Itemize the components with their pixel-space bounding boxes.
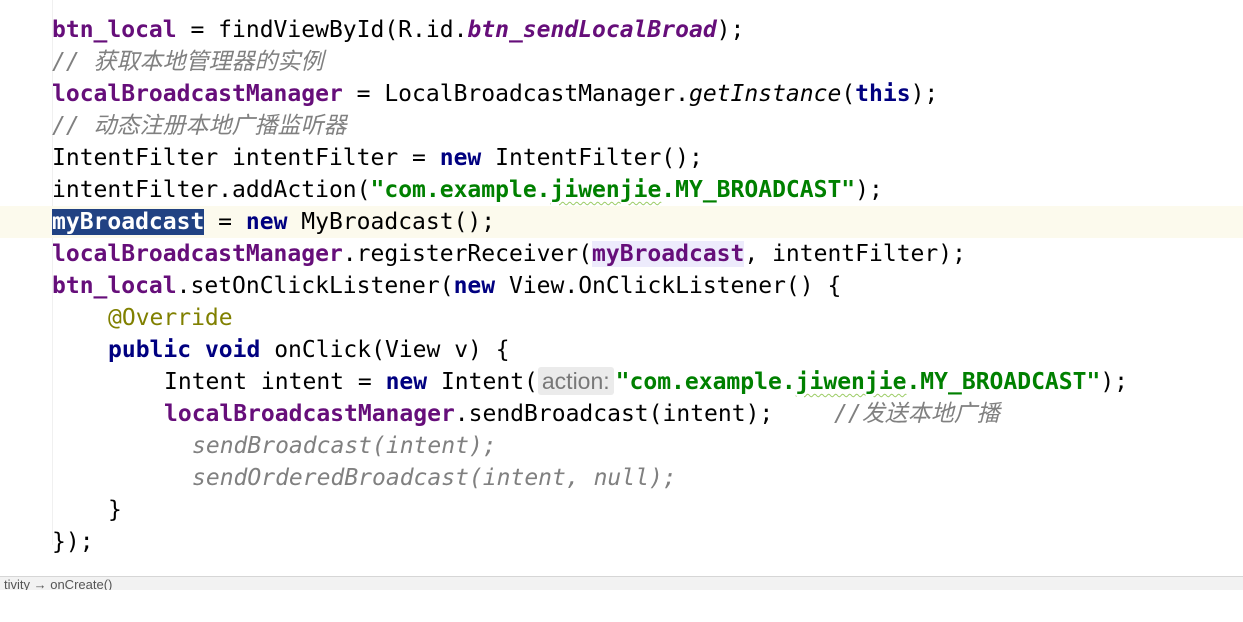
code-line-17[interactable]: }); (0, 526, 1243, 558)
keyword: new (439, 145, 482, 171)
code-text: MyBroadcast(); (287, 209, 496, 235)
commented-code: sendBroadcast(intent); (192, 433, 497, 459)
parameter-hint: action: (537, 367, 614, 395)
keyword: new (385, 369, 428, 395)
code-comment: // 获取本地管理器的实例 (52, 49, 324, 75)
field-ref: localBroadcastManager (52, 81, 343, 107)
code-editor[interactable]: btn_local = findViewById(R.id.btn_sendLo… (0, 0, 1243, 576)
code-text: .setOnClickListener( (176, 273, 454, 299)
code-line-5[interactable]: IntentFilter intentFilter = new IntentFi… (0, 142, 1243, 174)
code-text: = (204, 209, 246, 235)
code-line-14[interactable]: sendBroadcast(intent); (0, 430, 1243, 462)
code-text: .sendBroadcast(intent); (454, 401, 774, 427)
keyword: new (245, 209, 288, 235)
code-comment: //发送本地广播 (834, 401, 1000, 427)
field-ref: btn_local (52, 273, 177, 299)
code-line-6[interactable]: intentFilter.addAction("com.example.jiwe… (0, 174, 1243, 206)
field-ref: localBroadcastManager (52, 241, 343, 267)
code-line-16[interactable]: } (0, 494, 1243, 526)
code-line-13[interactable]: localBroadcastManager.sendBroadcast(inte… (0, 398, 1243, 430)
string-literal-typo: jiwenjie (550, 177, 662, 203)
code-line-12[interactable]: Intent intent = new Intent(action: "com.e… (0, 366, 1243, 398)
highlighted-usage: myBroadcast (592, 241, 745, 267)
method-call: getInstance (688, 81, 842, 107)
code-text: }); (52, 529, 94, 555)
string-literal: .MY_BROADCAST" (661, 177, 856, 203)
field-ref: btn_sendLocalBroad (467, 17, 717, 43)
code-text: } (108, 497, 122, 523)
string-literal: .MY_BROADCAST" (906, 369, 1101, 395)
code-text: IntentFilter(); (481, 145, 703, 171)
string-literal: "com.example. (370, 177, 551, 203)
code-text: = findViewById(R.id. (176, 17, 468, 43)
code-text: .registerReceiver( (342, 241, 593, 267)
code-text: Intent( (427, 369, 538, 395)
code-line-10[interactable]: @Override (0, 302, 1243, 334)
breadcrumb[interactable]: tivity → onCreate() (4, 577, 112, 590)
commented-code: sendOrderedBroadcast(intent, null); (192, 465, 677, 491)
code-line-11[interactable]: public void onClick(View v) { (0, 334, 1243, 366)
code-text: intentFilter.addAction( (52, 177, 371, 203)
code-text: View.OnClickListener() { (495, 273, 842, 299)
code-text: IntentFilter intentFilter = (52, 145, 440, 171)
keyword: this (855, 81, 911, 107)
string-literal: "com.example. (615, 369, 796, 395)
code-line-15[interactable]: sendOrderedBroadcast(intent, null); (0, 462, 1243, 494)
code-text: , intentFilter); (744, 241, 966, 267)
code-line-3[interactable]: localBroadcastManager = LocalBroadcastMa… (0, 78, 1243, 110)
field-ref: localBroadcastManager (164, 401, 455, 427)
keyword: public (108, 337, 192, 363)
code-text: ( (841, 81, 856, 107)
selected-identifier: myBroadcast (52, 209, 205, 235)
field-ref: btn_local (52, 17, 177, 43)
keyword: new (453, 273, 496, 299)
code-text: ); (1100, 369, 1129, 395)
code-line-2[interactable]: // 获取本地管理器的实例 (0, 46, 1243, 78)
code-line-4[interactable]: // 动态注册本地广播监听器 (0, 110, 1243, 142)
code-line-7-current[interactable]: myBroadcast = new MyBroadcast(); (0, 206, 1243, 238)
code-line-1[interactable]: btn_local = findViewById(R.id.btn_sendLo… (0, 14, 1243, 46)
code-comment: // 动态注册本地广播监听器 (52, 113, 347, 139)
code-text: ); (910, 81, 939, 107)
code-text: ); (855, 177, 883, 203)
code-text: ); (716, 17, 745, 43)
code-text: Intent intent = (164, 369, 386, 395)
string-literal-typo: jiwenjie (795, 369, 907, 395)
code-line-9[interactable]: btn_local.setOnClickListener(new View.On… (0, 270, 1243, 302)
code-text: onClick(View v) { (260, 337, 510, 363)
code-text: = LocalBroadcastManager. (342, 81, 689, 107)
code-line-8[interactable]: localBroadcastManager.registerReceiver(m… (0, 238, 1243, 270)
annotation: @Override (108, 305, 233, 331)
keyword: void (204, 337, 261, 363)
breadcrumb-bar[interactable]: tivity → onCreate() (0, 576, 1243, 590)
